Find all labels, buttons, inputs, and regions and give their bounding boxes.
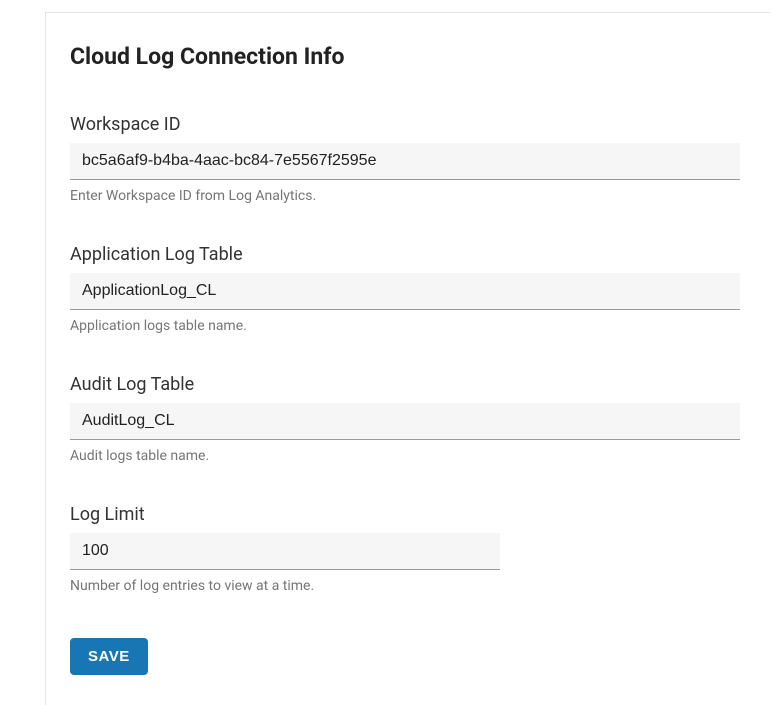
workspace-id-group: Workspace ID Enter Workspace ID from Log… <box>70 114 740 204</box>
audit-log-table-input[interactable] <box>70 403 740 440</box>
audit-log-table-label: Audit Log Table <box>70 374 740 395</box>
save-button[interactable]: SAVE <box>70 638 148 675</box>
log-limit-group: Log Limit Number of log entries to view … <box>70 504 740 594</box>
app-log-table-group: Application Log Table Application logs t… <box>70 244 740 334</box>
app-log-table-help: Application logs table name. <box>70 318 740 334</box>
log-limit-input[interactable] <box>70 533 500 570</box>
workspace-id-help: Enter Workspace ID from Log Analytics. <box>70 188 740 204</box>
workspace-id-label: Workspace ID <box>70 114 740 135</box>
connection-info-card: Cloud Log Connection Info Workspace ID E… <box>45 12 770 705</box>
log-limit-label: Log Limit <box>70 504 740 525</box>
audit-log-table-group: Audit Log Table Audit logs table name. <box>70 374 740 464</box>
app-log-table-label: Application Log Table <box>70 244 740 265</box>
log-limit-help: Number of log entries to view at a time. <box>70 578 740 594</box>
page-title: Cloud Log Connection Info <box>70 43 740 70</box>
audit-log-table-help: Audit logs table name. <box>70 448 740 464</box>
app-log-table-input[interactable] <box>70 273 740 310</box>
workspace-id-input[interactable] <box>70 143 740 180</box>
